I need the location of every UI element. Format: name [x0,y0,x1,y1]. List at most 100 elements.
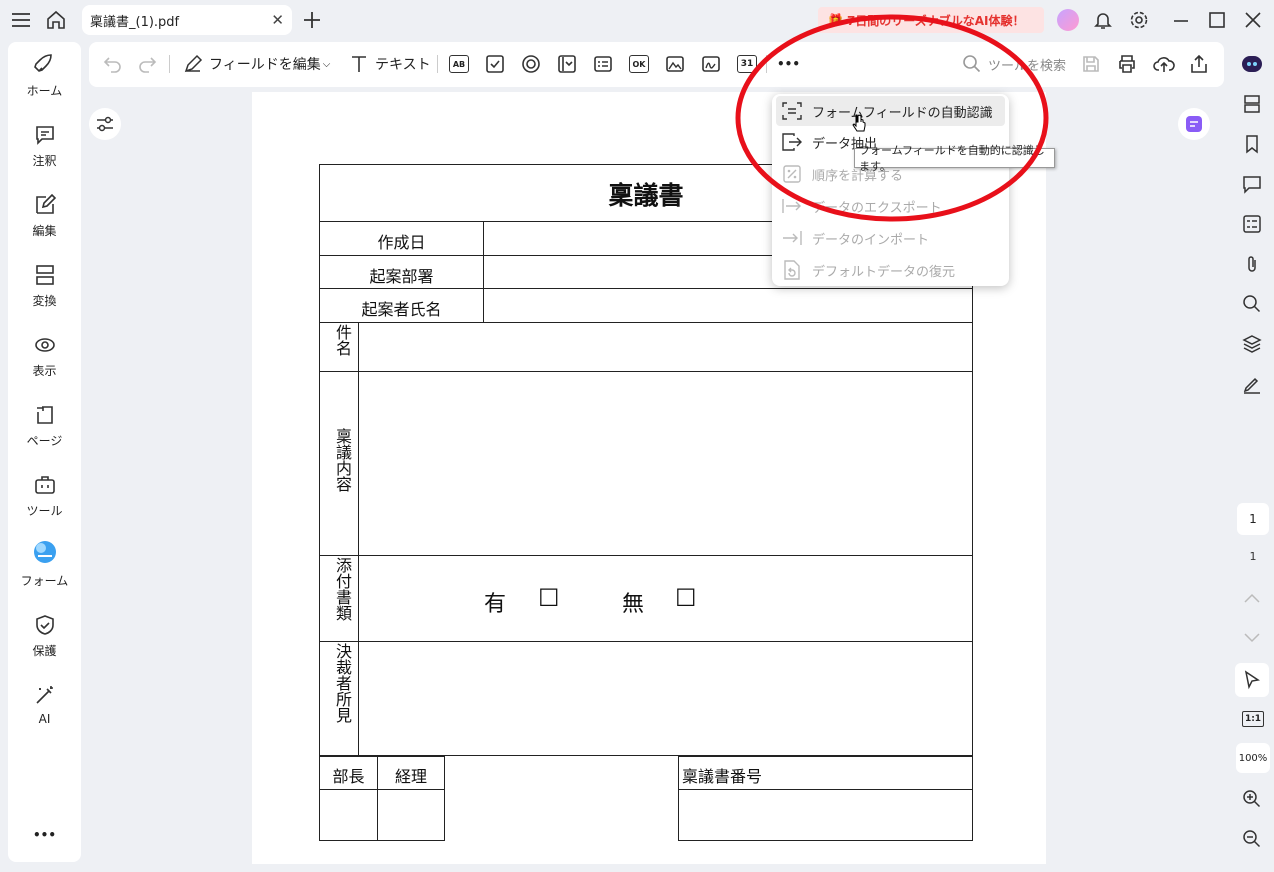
combo-box-icon [558,55,576,73]
edit-fields-button[interactable]: フィールドを編集 ⌵ [183,52,330,76]
chevron-up-icon[interactable] [1240,586,1264,610]
ai-assistant-icon [1186,116,1202,132]
pointer-icon [1244,670,1260,690]
panel-settings-button[interactable] [89,108,121,140]
signature-panel-icon[interactable] [1240,372,1264,396]
image-field-button[interactable] [665,52,685,76]
sidebar-item-form[interactable]: フォーム [8,538,81,600]
shield-icon [35,615,54,635]
gear-icon[interactable] [1128,9,1150,31]
label-drafter-name: 起案者氏名 [361,300,442,319]
restore-file-icon [782,260,802,280]
ai-assistant-button[interactable] [1178,108,1210,140]
zoom-in-icon[interactable] [1240,787,1264,811]
toolbar-separator [169,55,170,73]
document-tab[interactable]: 稟議書_(1).pdf ✕ [82,5,292,35]
label-attachments: 添付書類 [333,557,352,621]
redo-button[interactable] [137,52,157,76]
ai-bot-icon[interactable] [1240,52,1264,76]
attach-yes-label: 有 [484,592,507,617]
checkbox-tool-button[interactable] [485,52,505,76]
comment-icon [35,126,54,145]
toolbar-separator [437,55,438,73]
checkbox-icon [486,55,504,73]
sidebar-more-button[interactable]: ••• [8,828,81,842]
label-content: 稟議内容 [333,428,352,492]
radio-tool-button[interactable] [521,52,541,76]
attach-no-checkbox[interactable]: ☐ [675,584,697,612]
ok-button-icon: OK [629,55,649,73]
list-box-tool-button[interactable] [593,52,613,76]
sidebar-item-ai[interactable]: AI [8,684,81,746]
image-icon [666,56,684,72]
sidebar-item-convert[interactable]: 変換 [8,264,81,326]
zoom-out-icon[interactable] [1240,827,1264,851]
label-accounting: 経理 [394,767,427,786]
maximize-icon[interactable] [1206,9,1228,31]
eye-icon [34,338,55,352]
undo-button[interactable] [103,52,123,76]
sidebar-item-label: 保護 [32,644,57,658]
chevron-down-icon[interactable] [1240,626,1264,650]
text-tool-button[interactable]: テキスト [349,52,431,76]
attachment-icon[interactable] [1240,252,1264,276]
sidebar-item-label: 編集 [32,224,57,238]
print-button[interactable] [1117,52,1137,76]
bookmark-icon[interactable] [1240,132,1264,156]
sidebar-item-label: 注釈 [32,154,57,168]
signature-field-button[interactable] [701,52,721,76]
attach-yes-checkbox[interactable]: ☐ [538,584,560,612]
text-field-button[interactable]: AB [449,52,469,76]
rocket-icon [33,54,52,72]
sidebar-item-protect[interactable]: 保護 [8,614,81,676]
convert-icon [35,265,54,285]
signature-icon [702,56,720,72]
home-icon[interactable] [45,9,67,31]
form-fields-panel-icon[interactable] [1240,212,1264,236]
page-total: 1 [1249,550,1257,563]
new-tab-icon[interactable] [301,9,323,31]
zoom-level[interactable]: 100% [1236,743,1270,773]
label-approver-opinion: 決裁者所見 [333,643,352,723]
toolbox-icon [34,476,55,494]
layers-icon[interactable] [1240,332,1264,356]
search-panel-icon[interactable] [1240,292,1264,316]
page-number-input[interactable]: 1 [1237,503,1269,535]
label-dept-head: 部長 [332,767,365,786]
save-icon [1083,56,1099,72]
text-icon [352,56,366,72]
menu-item-restore-default[interactable]: デフォルトデータの復元 [776,255,1005,285]
import-icon [782,228,802,248]
text-field-icon: AB [449,55,469,73]
menu-icon[interactable] [10,9,32,31]
comment-panel-icon[interactable] [1240,172,1264,196]
share-button[interactable] [1189,52,1209,76]
save-button[interactable] [1081,52,1101,76]
cloud-upload-button[interactable] [1153,52,1175,76]
sidebar-item-page[interactable]: ページ [8,404,81,466]
sidebar-item-edit[interactable]: 編集 [8,194,81,256]
printer-icon [1119,55,1135,73]
select-tool-button[interactable] [1235,663,1269,697]
sidebar-item-annotate[interactable]: 注釈 [8,124,81,186]
close-tab-icon[interactable]: ✕ [271,11,284,29]
label-department: 起案部署 [369,267,434,286]
sidebar-item-label: フォーム [20,574,69,588]
magic-wand-icon [35,686,53,704]
sidebar-item-label: AI [38,712,51,726]
sidebar-item-view[interactable]: 表示 [8,334,81,396]
label-doc-number: 稟議書番号 [682,767,763,786]
button-tool-button[interactable]: OK [629,52,649,76]
close-window-icon[interactable] [1242,9,1264,31]
avatar[interactable] [1057,9,1079,31]
actual-size-button[interactable]: 1:1 [1242,711,1264,727]
sidebar-item-home[interactable]: ホーム [8,54,81,116]
combo-box-tool-button[interactable] [557,52,577,76]
page-icon [36,406,53,424]
thumbnails-icon[interactable] [1240,92,1264,116]
minimize-icon[interactable] [1170,9,1192,31]
bell-icon[interactable] [1092,9,1114,31]
sidebar-item-tools[interactable]: ツール [8,474,81,536]
menu-item-import-data[interactable]: データのインポート [776,223,1005,253]
undo-icon [103,57,121,73]
